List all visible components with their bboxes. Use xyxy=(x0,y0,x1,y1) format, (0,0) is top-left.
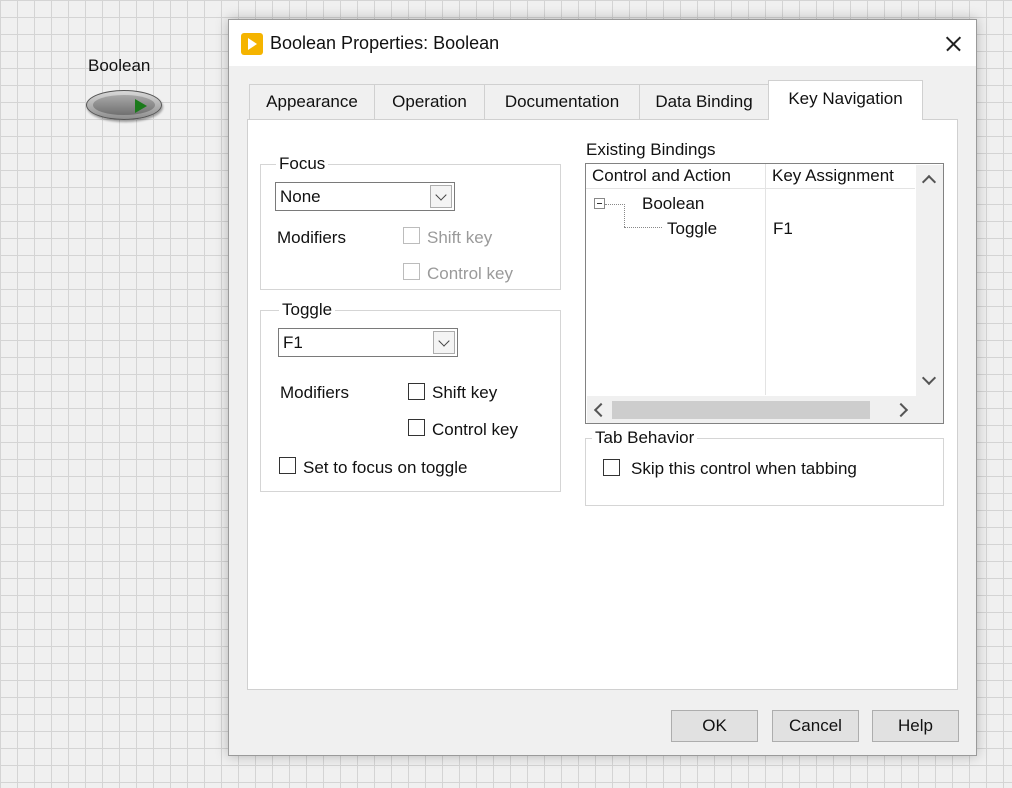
set-focus-on-toggle-label: Set to focus on toggle xyxy=(303,458,468,477)
tab-data-binding[interactable]: Data Binding xyxy=(639,84,769,119)
labview-app-icon xyxy=(241,33,263,55)
boolean-button-control[interactable] xyxy=(86,90,162,120)
focus-key-select[interactable]: None xyxy=(275,182,455,211)
scroll-up-icon[interactable] xyxy=(921,174,937,190)
toggle-key-select[interactable]: F1 xyxy=(278,328,458,357)
tab-appearance[interactable]: Appearance xyxy=(249,84,375,119)
column-divider xyxy=(765,164,766,395)
tab-behavior-title: Tab Behavior xyxy=(592,428,698,448)
ok-button[interactable]: OK xyxy=(671,710,758,742)
set-focus-on-toggle-checkbox[interactable] xyxy=(279,457,296,474)
chevron-down-icon xyxy=(433,331,455,354)
tree-connector xyxy=(605,204,625,205)
front-panel-control-label: Boolean xyxy=(88,56,151,75)
header-rule xyxy=(586,188,915,189)
focus-control-key-label: Control key xyxy=(427,264,513,283)
led-indicator-icon xyxy=(135,99,147,113)
tree-item-toggle[interactable]: Toggle xyxy=(667,219,717,239)
tab-operation[interactable]: Operation xyxy=(374,84,485,119)
skip-tabbing-checkbox[interactable] xyxy=(603,459,620,476)
title-bar: Boolean Properties: Boolean xyxy=(229,20,976,66)
vertical-scrollbar[interactable] xyxy=(916,165,943,396)
chevron-down-icon xyxy=(430,185,452,208)
tree-item-boolean[interactable]: Boolean xyxy=(642,194,704,214)
toggle-modifiers-label: Modifiers xyxy=(280,383,349,402)
focus-shift-key-label: Shift key xyxy=(427,228,493,247)
focus-control-key-checkbox[interactable] xyxy=(403,263,420,280)
focus-key-value: None xyxy=(280,187,321,206)
tree-connector xyxy=(624,204,625,227)
tab-documentation[interactable]: Documentation xyxy=(484,84,640,119)
toggle-group: Toggle F1 Modifiers Shift key Control ke… xyxy=(260,300,561,492)
existing-bindings-list[interactable]: Control and Action Key Assignment Boolea… xyxy=(585,163,944,424)
tree-connector xyxy=(624,227,662,228)
column-header-key-assignment[interactable]: Key Assignment xyxy=(766,164,916,189)
toggle-shift-key-checkbox[interactable] xyxy=(408,383,425,400)
toggle-control-key-label: Control key xyxy=(432,420,518,439)
column-header-control-action[interactable]: Control and Action xyxy=(586,164,765,189)
existing-bindings-title: Existing Bindings xyxy=(586,140,716,159)
focus-modifiers-label: Modifiers xyxy=(277,228,346,247)
focus-group: Focus None Modifiers Shift key Control k… xyxy=(260,154,561,290)
properties-dialog: Boolean Properties: Boolean Appearance O… xyxy=(228,19,977,756)
horizontal-scrollbar[interactable] xyxy=(587,396,943,423)
help-button[interactable]: Help xyxy=(872,710,959,742)
cancel-button[interactable]: Cancel xyxy=(772,710,859,742)
tree-collapse-icon[interactable] xyxy=(594,198,605,209)
toggle-key-value: F1 xyxy=(283,333,303,352)
tab-key-navigation[interactable]: Key Navigation xyxy=(768,80,923,120)
tab-behavior-group: Tab Behavior Skip this control when tabb… xyxy=(585,428,944,506)
toggle-control-key-checkbox[interactable] xyxy=(408,419,425,436)
scroll-left-icon[interactable] xyxy=(593,402,609,418)
tree-item-toggle-key: F1 xyxy=(773,219,793,238)
skip-tabbing-label: Skip this control when tabbing xyxy=(631,459,857,478)
close-icon[interactable] xyxy=(937,28,969,60)
focus-group-title: Focus xyxy=(276,154,329,174)
scroll-right-icon[interactable] xyxy=(893,402,909,418)
horizontal-scroll-thumb[interactable] xyxy=(612,401,870,419)
dialog-title: Boolean Properties: Boolean xyxy=(270,33,500,53)
toggle-group-title: Toggle xyxy=(279,300,336,320)
toggle-shift-key-label: Shift key xyxy=(432,383,498,402)
focus-shift-key-checkbox[interactable] xyxy=(403,227,420,244)
scroll-down-icon[interactable] xyxy=(921,370,937,386)
